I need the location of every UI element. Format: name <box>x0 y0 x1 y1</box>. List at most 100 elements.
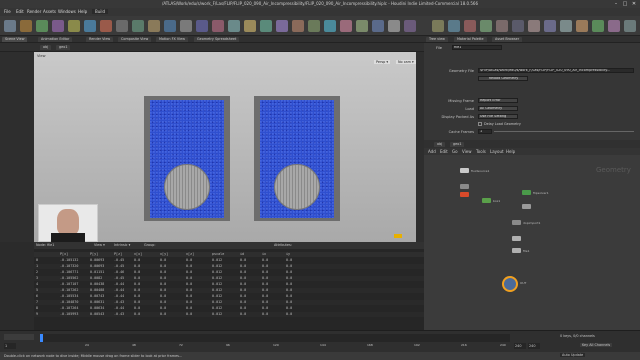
shelf-tool-icon[interactable] <box>432 20 444 32</box>
node-fluidsource[interactable] <box>460 168 469 173</box>
menu-render[interactable]: Render <box>27 9 41 14</box>
shelf-tool-icon[interactable] <box>448 20 460 32</box>
network-path-node[interactable]: geo1 <box>450 142 465 147</box>
shelf-tool-icon[interactable] <box>372 20 384 32</box>
reload-geometry-button[interactable]: Reload Geometry <box>478 76 528 81</box>
shelf-tool-icon[interactable] <box>228 20 240 32</box>
shelf-tool-icon[interactable] <box>340 20 352 32</box>
shelf-tool-icon[interactable] <box>560 20 572 32</box>
shelf-tool-icon[interactable] <box>100 20 112 32</box>
network-editor[interactable]: obj geo1 Add Edit Go View Tools Layout H… <box>424 140 640 352</box>
spreadsheet-view-menu[interactable]: View ▾ <box>94 243 105 247</box>
geometry-file-field[interactable]: $HIP/AtLas/Work/edu/s/work_F/Las/FLIP/FL… <box>478 68 634 73</box>
param-node-name[interactable]: file1 <box>452 45 502 50</box>
table-row[interactable]: 9 -0.105993 0.00543 -0.43 0.0 0.0 0.0 0.012 0.0 0… <box>34 312 424 317</box>
network-path-obj[interactable]: obj <box>434 142 446 147</box>
node-dopimport[interactable] <box>512 220 521 225</box>
tab-material-palette[interactable]: Material Palette <box>454 37 487 42</box>
minimize-button[interactable]: – <box>612 1 620 7</box>
shelf-tool-icon[interactable] <box>180 20 192 32</box>
shelf-tool-icon[interactable] <box>356 20 368 32</box>
tab-tree-view[interactable]: Tree view <box>426 37 448 42</box>
shelf-tool-icon[interactable] <box>244 20 256 32</box>
no-cam-menu[interactable]: No cam ▾ <box>396 60 416 64</box>
shelf-tool-icon[interactable] <box>528 20 540 32</box>
menu-help[interactable]: Help <box>78 9 87 14</box>
tab-scene-view[interactable]: Scene View <box>2 37 28 42</box>
global-end-frame-field[interactable]: 240 <box>528 343 540 349</box>
node-file[interactable] <box>512 248 521 253</box>
path-node[interactable]: geo1 <box>56 45 71 50</box>
tab-geometry-spreadsheet[interactable]: Geometry Spreadsheet <box>194 37 240 42</box>
shelf-tool-icon[interactable] <box>324 20 336 32</box>
load-menu[interactable]: All Geometry <box>478 106 518 111</box>
shelf-tool-icon[interactable] <box>52 20 64 32</box>
current-frame-field[interactable]: 1 <box>4 343 16 349</box>
spreadsheet-intrinsic-menu[interactable]: Intrinsic ▾ <box>114 243 130 247</box>
node-out-selected[interactable] <box>502 276 518 292</box>
shelf-tool-icon[interactable] <box>116 20 128 32</box>
end-frame-field[interactable]: 240 <box>514 343 526 349</box>
tab-composite-view[interactable]: Composite View <box>118 37 152 42</box>
shelf-tool-icon[interactable] <box>212 20 224 32</box>
network-menu-help[interactable]: Help <box>506 149 515 154</box>
node-box[interactable] <box>482 198 491 203</box>
shelf-tool-icon[interactable] <box>480 20 492 32</box>
playback-controls[interactable] <box>4 334 34 340</box>
node-vdbfrompolygons[interactable] <box>460 192 469 197</box>
shelf-tool-icon[interactable] <box>276 20 288 32</box>
shelf-tool-icon[interactable] <box>576 20 588 32</box>
table-row[interactable]: 8 -0.107264 0.00634 -0.44 0.0 0.0 0.0 0.012 0.0 0… <box>34 306 424 311</box>
menu-windows[interactable]: Windows <box>58 9 76 14</box>
shelf-tool-icon[interactable] <box>496 20 508 32</box>
table-row[interactable]: 6 -0.105534 0.00743 -0.44 0.0 0.0 0.0 0.012 0.0 0… <box>34 294 424 299</box>
shelf-tool-icon[interactable] <box>84 20 96 32</box>
node-transform[interactable] <box>522 204 531 209</box>
timeline-cursor[interactable] <box>40 334 43 342</box>
missing-frame-menu[interactable]: Report Error <box>478 98 518 103</box>
desktop-selector[interactable]: Build <box>92 9 109 14</box>
display-packed-menu[interactable]: Use File Setting <box>478 114 518 119</box>
network-menu-view[interactable]: View <box>462 149 472 154</box>
shelf-tool-icon[interactable] <box>388 20 400 32</box>
menu-file[interactable]: File <box>4 9 11 14</box>
tab-render-view[interactable]: Render View <box>86 37 114 42</box>
tab-asset-browser[interactable]: Asset Browser <box>492 37 523 42</box>
shelf-tool-icon[interactable] <box>404 20 416 32</box>
node-flipsolver[interactable] <box>522 190 531 195</box>
network-menu-go[interactable]: Go <box>452 149 458 154</box>
shelf-tool-icon[interactable] <box>36 20 48 32</box>
table-row[interactable]: 1 -0.107320 0.00693 -0.45 0.0 0.0 0.0 0.012 0.0 0… <box>34 264 424 269</box>
auto-update-menu[interactable]: Auto Update <box>560 353 586 357</box>
tab-animation-editor[interactable]: Animation Editor <box>38 37 73 42</box>
shelf-tool-icon[interactable] <box>544 20 556 32</box>
timeline-slider[interactable] <box>40 334 510 342</box>
table-row[interactable]: 0 -0.105132 0.00693 -0.45 0.0 0.0 0.0 0.012 0.0 0… <box>34 258 424 263</box>
shelf-tool-icon[interactable] <box>592 20 604 32</box>
network-menu-tools[interactable]: Tools <box>476 149 486 154</box>
menu-assets[interactable]: Assets <box>43 9 56 14</box>
shelf-tool-icon[interactable] <box>68 20 80 32</box>
node-sphere[interactable] <box>512 236 521 241</box>
path-obj[interactable]: obj <box>40 45 52 50</box>
menu-edit[interactable]: Edit <box>16 9 24 14</box>
shelf-tool-icon[interactable] <box>148 20 160 32</box>
shelf-tool-icon[interactable] <box>308 20 320 32</box>
table-row[interactable]: 5 -0.107262 0.00488 -0.44 0.0 0.0 0.0 0.012 0.0 0… <box>34 288 424 293</box>
shelf-tool-icon[interactable] <box>624 20 636 32</box>
close-button[interactable]: ✕ <box>630 1 638 7</box>
shelf-tool-icon[interactable] <box>20 20 32 32</box>
shelf-tool-icon[interactable] <box>164 20 176 32</box>
shelf-tool-icon[interactable] <box>608 20 620 32</box>
shelf-tool-icon[interactable] <box>464 20 476 32</box>
cache-frames-slider[interactable] <box>494 131 634 132</box>
network-menu-add[interactable]: Add <box>428 149 436 154</box>
table-row[interactable]: 4 -0.107107 0.00438 -0.44 0.0 0.0 0.0 0.012 0.0 0… <box>34 282 424 287</box>
shelf-tool-icon[interactable] <box>512 20 524 32</box>
network-menu-layout[interactable]: Layout <box>490 149 504 154</box>
table-row[interactable]: 3 -0.105562 0.0082 -0.45 0.0 0.0 0.0 0.012 0.0 0.… <box>34 276 424 281</box>
maximize-button[interactable]: □ <box>621 1 629 7</box>
cache-frames-field[interactable]: 1 <box>478 129 492 134</box>
key-all-channels-button[interactable]: Key All Channels <box>580 343 613 347</box>
table-row[interactable]: 7 -0.104870 0.00631 -0.43 0.0 0.0 0.0 0.012 0.0 0… <box>34 300 424 305</box>
